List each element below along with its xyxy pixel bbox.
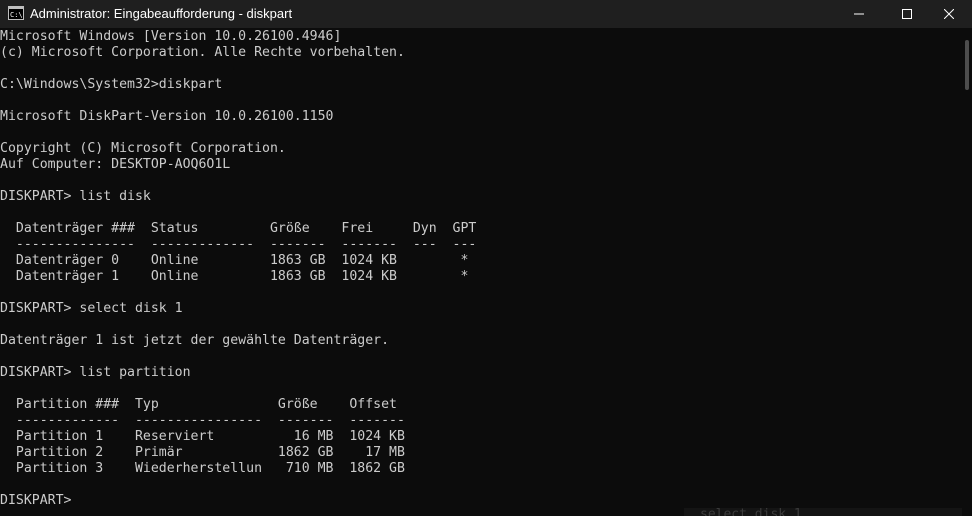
svg-text:C:\: C:\	[10, 11, 23, 19]
terminal-line: DISKPART> list partition	[0, 365, 191, 380]
maximize-button[interactable]	[884, 0, 930, 28]
terminal-line: DISKPART> list disk	[0, 189, 151, 204]
terminal-line: --------------- ------------- ------- --…	[0, 237, 477, 252]
terminal-line: Copyright (C) Microsoft Corporation.	[0, 141, 286, 156]
terminal-line: Partition 1 Reserviert 16 MB 1024 KB	[0, 429, 405, 444]
terminal-line: C:\Windows\System32>diskpart	[0, 77, 223, 92]
scrollbar-thumb[interactable]	[965, 40, 969, 90]
console-window: C:\ Administrator: Eingabeaufforderung -…	[0, 0, 972, 516]
terminal-line: Partition 2 Primär 1862 GB 17 MB	[0, 445, 405, 460]
terminal-line: ------------- ---------------- ------- -…	[0, 413, 405, 428]
minimize-button[interactable]	[836, 0, 882, 28]
ghost-suggestion: select disk 1	[700, 507, 802, 516]
maximize-icon	[902, 7, 912, 22]
terminal-line: Datenträger 1 ist jetzt der gewählte Dat…	[0, 333, 390, 348]
terminal-line: Auf Computer: DESKTOP-AOQ6O1L	[0, 157, 231, 172]
terminal-line: Datenträger ### Status Größe Frei Dyn GP…	[0, 221, 477, 236]
terminal-line: DISKPART> select disk 1	[0, 301, 183, 316]
close-button[interactable]	[926, 0, 972, 28]
vertical-scrollbar[interactable]	[962, 28, 972, 516]
terminal-line: Partition 3 Wiederherstellun 710 MB 1862…	[0, 461, 405, 476]
console-text: Microsoft Windows [Version 10.0.26100.49…	[0, 28, 960, 509]
terminal-output[interactable]: Microsoft Windows [Version 10.0.26100.49…	[0, 28, 960, 516]
close-icon	[943, 7, 955, 22]
terminal-line: Partition ### Typ Größe Offset	[0, 397, 397, 412]
terminal-line: DISKPART>	[0, 493, 72, 508]
cmd-icon: C:\	[8, 6, 24, 20]
window-title: Administrator: Eingabeaufforderung - dis…	[30, 6, 293, 21]
terminal-line: Datenträger 0 Online 1863 GB 1024 KB *	[0, 253, 469, 268]
minimize-icon	[854, 7, 864, 22]
terminal-line: Microsoft Windows [Version 10.0.26100.49…	[0, 29, 342, 44]
terminal-line: Microsoft DiskPart-Version 10.0.26100.11…	[0, 109, 334, 124]
title-bar[interactable]: C:\ Administrator: Eingabeaufforderung -…	[0, 0, 972, 28]
terminal-line: (c) Microsoft Corporation. Alle Rechte v…	[0, 45, 405, 60]
terminal-line: Datenträger 1 Online 1863 GB 1024 KB *	[0, 269, 469, 284]
